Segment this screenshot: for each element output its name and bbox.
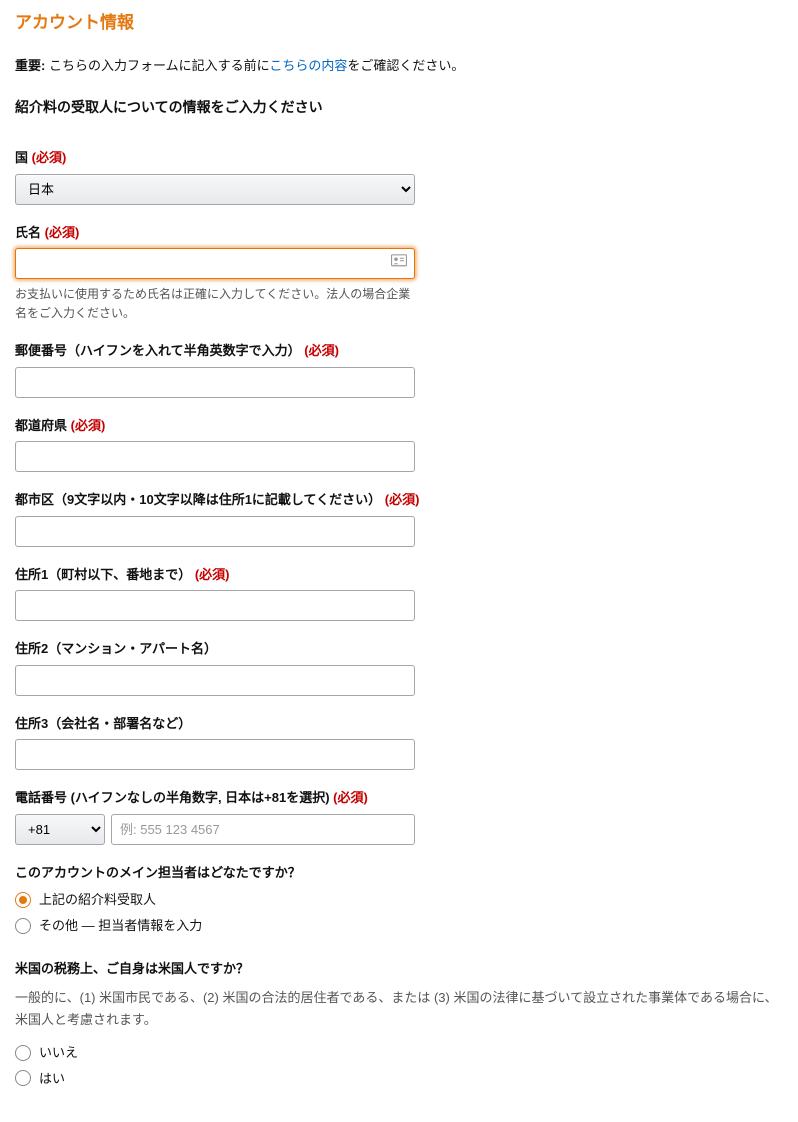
- main-contact-question: このアカウントのメイン担当者はどなたですか？: [15, 863, 783, 883]
- postal-label: 郵便番号（ハイフンを入れて半角英数字で入力） (必須): [15, 341, 783, 361]
- address1-label: 住所1（町村以下、番地まで） (必須): [15, 565, 783, 585]
- prefecture-label: 都道府県 (必須): [15, 416, 783, 436]
- country-field: 国 (必須) 日本: [15, 148, 783, 205]
- us-tax-option-yes[interactable]: はい: [15, 1069, 783, 1089]
- us-tax-radio-no[interactable]: [15, 1045, 31, 1061]
- address2-label: 住所2（マンション・アパート名）: [15, 639, 783, 659]
- address3-field: 住所3（会社名・部署名など）: [15, 714, 783, 771]
- address1-input[interactable]: [15, 590, 415, 621]
- city-field: 都市区（9文字以内・10文字以降は住所1に記載してください） (必須): [15, 490, 783, 547]
- phone-number-input[interactable]: [111, 814, 415, 845]
- main-contact-option-other[interactable]: その他 — 担当者情報を入力: [15, 916, 783, 936]
- important-label: 重要:: [15, 58, 45, 73]
- page-title: アカウント情報: [15, 10, 783, 36]
- phone-prefix-select[interactable]: +81: [15, 814, 105, 845]
- notice-text-before: こちらの入力フォームに記入する前に: [45, 58, 269, 73]
- address2-input[interactable]: [15, 665, 415, 696]
- phone-label: 電話番号 (ハイフンなしの半角数字, 日本は+81を選択) (必須): [15, 788, 783, 808]
- address1-field: 住所1（町村以下、番地まで） (必須): [15, 565, 783, 622]
- prefecture-field: 都道府県 (必須): [15, 416, 783, 473]
- main-contact-option-payee[interactable]: 上記の紹介料受取人: [15, 890, 783, 910]
- notice-link[interactable]: こちらの内容: [269, 58, 347, 73]
- country-label: 国 (必須): [15, 148, 783, 168]
- name-input[interactable]: [15, 248, 415, 279]
- name-label: 氏名 (必須): [15, 223, 783, 243]
- important-notice: 重要: こちらの入力フォームに記入する前にこちらの内容をご確認ください。: [15, 56, 783, 76]
- address3-label: 住所3（会社名・部署名など）: [15, 714, 783, 734]
- phone-field: 電話番号 (ハイフンなしの半角数字, 日本は+81を選択) (必須) +81: [15, 788, 783, 845]
- us-tax-radio-yes[interactable]: [15, 1070, 31, 1086]
- prefecture-input[interactable]: [15, 441, 415, 472]
- us-tax-question: 米国の税務上、ご自身は米国人ですか？: [15, 959, 783, 979]
- name-field: 氏名 (必須) お支払いに使用するため氏名は正確に入力してください。法人の場合企…: [15, 223, 783, 324]
- name-help-text: お支払いに使用するため氏名は正確に入力してください。法人の場合企業名をご入力くだ…: [15, 285, 415, 323]
- country-select[interactable]: 日本: [15, 174, 415, 205]
- us-tax-option-no[interactable]: いいえ: [15, 1043, 783, 1063]
- section-heading: 紹介料の受取人についての情報をご入力ください: [15, 97, 783, 118]
- us-tax-description: 一般的に、(1) 米国市民である、(2) 米国の合法的居住者である、または (3…: [15, 987, 783, 1031]
- address2-field: 住所2（マンション・アパート名）: [15, 639, 783, 696]
- postal-input[interactable]: [15, 367, 415, 398]
- city-label: 都市区（9文字以内・10文字以降は住所1に記載してください） (必須): [15, 490, 783, 510]
- notice-text-after: をご確認ください。: [347, 58, 464, 73]
- main-contact-radio-other[interactable]: [15, 918, 31, 934]
- main-contact-group: このアカウントのメイン担当者はどなたですか？ 上記の紹介料受取人 その他 — 担…: [15, 863, 783, 936]
- city-input[interactable]: [15, 516, 415, 547]
- address3-input[interactable]: [15, 739, 415, 770]
- main-contact-radio-payee[interactable]: [15, 892, 31, 908]
- postal-field: 郵便番号（ハイフンを入れて半角英数字で入力） (必須): [15, 341, 783, 398]
